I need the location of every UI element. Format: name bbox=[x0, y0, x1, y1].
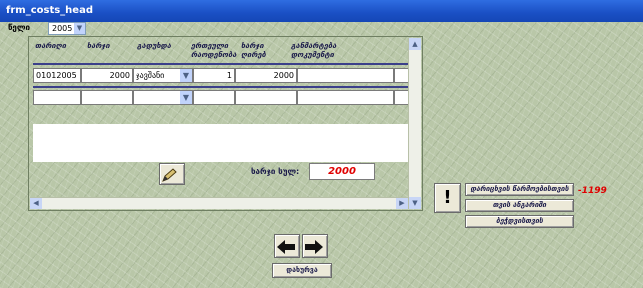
chevron-down-icon[interactable]: ▼ bbox=[180, 91, 192, 104]
edit-button[interactable] bbox=[159, 163, 185, 185]
column-header-qty: ერთეული რაოდენობა bbox=[191, 41, 237, 59]
cell-amount[interactable]: 2000 bbox=[81, 68, 133, 83]
column-header-amount: ხარჯი bbox=[87, 41, 110, 50]
chevron-down-icon[interactable]: ▼ bbox=[180, 69, 192, 82]
year-report-button[interactable]: თვის ანგარიში bbox=[465, 199, 574, 212]
cell-qty[interactable] bbox=[193, 90, 235, 105]
horizontal-scrollbar[interactable]: ◀ ▶ bbox=[30, 197, 408, 209]
cell-date[interactable] bbox=[33, 90, 81, 105]
close-button[interactable]: დახურვა bbox=[272, 263, 332, 278]
prev-button[interactable] bbox=[274, 234, 300, 258]
costs-subform: თარიღი ხარჯი გადუხდა ერთეული რაოდენობა ხ… bbox=[28, 36, 423, 211]
year-select[interactable]: 2005 ▼ bbox=[48, 22, 86, 35]
vertical-scrollbar[interactable]: ▲ ▼ bbox=[408, 38, 421, 209]
scroll-left-icon[interactable]: ◀ bbox=[30, 198, 42, 209]
year-filter-bar: წელი 2005 ▼ bbox=[0, 22, 643, 36]
total-label: ხარჯი სულ: bbox=[251, 167, 300, 176]
scroll-up-icon[interactable]: ▲ bbox=[409, 38, 421, 50]
column-header-note: განმარტება დოკუმენტი bbox=[291, 41, 337, 59]
table-row-new[interactable]: ▼ bbox=[33, 90, 412, 105]
window-title: frm_costs_head bbox=[6, 5, 93, 16]
year-select-value: 2005 bbox=[52, 24, 73, 33]
cell-amount[interactable] bbox=[81, 90, 133, 105]
cell-sum[interactable] bbox=[235, 90, 297, 105]
edit-pen-icon bbox=[160, 164, 184, 183]
column-header-date: თარიღი bbox=[35, 41, 67, 50]
row-separator bbox=[33, 63, 412, 65]
next-button[interactable] bbox=[302, 234, 328, 258]
recalc-button[interactable]: დარიცხვის წარმოებისთვის bbox=[465, 183, 574, 196]
row-separator bbox=[33, 86, 412, 88]
scroll-down-icon[interactable]: ▼ bbox=[409, 197, 421, 209]
cell-paid-value: ჯავშანი bbox=[136, 71, 165, 80]
result-value: -1199 bbox=[578, 186, 607, 196]
cell-note[interactable] bbox=[297, 90, 394, 105]
total-field: 2000 bbox=[309, 163, 375, 180]
year-label: წელი bbox=[8, 23, 30, 32]
cell-note[interactable] bbox=[297, 68, 394, 83]
exclaim-button[interactable]: ! bbox=[434, 183, 461, 213]
empty-rows-area bbox=[33, 124, 412, 162]
cell-paid[interactable]: ▼ bbox=[133, 90, 193, 105]
table-row[interactable]: 01012005 2000 ჯავშანი ▼ 1 2000 bbox=[33, 68, 412, 83]
window-titlebar: frm_costs_head bbox=[0, 0, 643, 22]
cell-paid[interactable]: ჯავშანი ▼ bbox=[133, 68, 193, 83]
column-header-sum: ხარჯი ღირებ bbox=[241, 41, 266, 59]
arrow-left-icon bbox=[275, 235, 299, 255]
cell-qty[interactable]: 1 bbox=[193, 68, 235, 83]
print-button[interactable]: ბეჭდვისთვის bbox=[465, 215, 574, 228]
chevron-down-icon[interactable]: ▼ bbox=[74, 23, 85, 34]
scroll-right-icon[interactable]: ▶ bbox=[396, 198, 408, 209]
column-header-paid: გადუხდა bbox=[137, 41, 172, 50]
cell-date[interactable]: 01012005 bbox=[33, 68, 81, 83]
cell-sum[interactable]: 2000 bbox=[235, 68, 297, 83]
arrow-right-icon bbox=[303, 235, 327, 255]
